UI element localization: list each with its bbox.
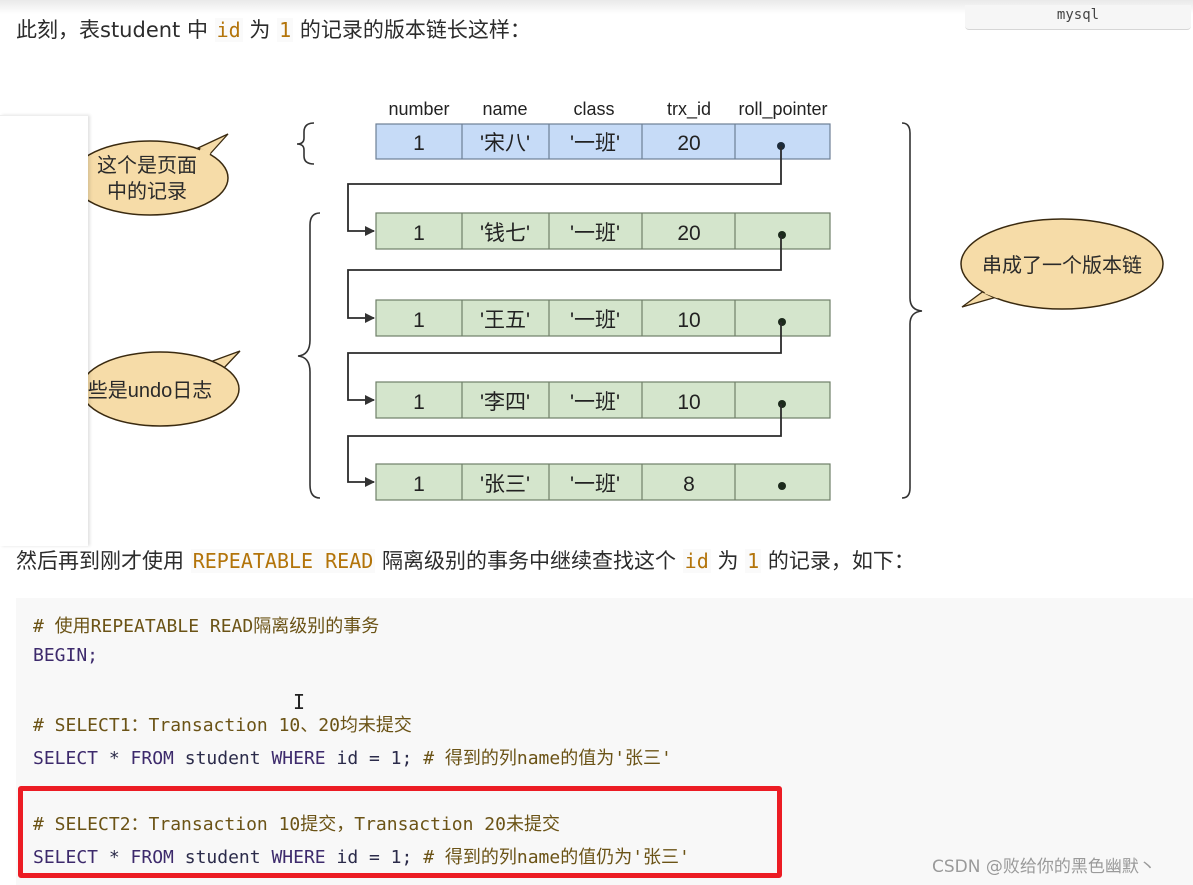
undo-record-row: 1 '李四' '一班' 10 bbox=[375, 381, 831, 419]
cell-class: '一班' bbox=[570, 222, 620, 245]
cell-class: '一班' bbox=[570, 132, 620, 155]
cell-number: 1 bbox=[413, 309, 425, 332]
cell-number: 1 bbox=[413, 132, 425, 155]
cell-class: '一班' bbox=[570, 391, 620, 414]
cell-name: '王五' bbox=[480, 309, 530, 332]
keyword: SELECT bbox=[33, 748, 99, 769]
code-text: id = 1; bbox=[325, 748, 424, 769]
cell-trx-id: 10 bbox=[677, 391, 700, 414]
undo-record-row: 1 '王五' '一班' 10 bbox=[375, 299, 831, 337]
page-record-callout: 这个是页面 中的记录 bbox=[71, 133, 229, 216]
inline-code-1: 1 bbox=[745, 549, 762, 573]
cell-name: '钱七' bbox=[480, 222, 530, 245]
transition-paragraph: 然后再到刚才使用 REPEATABLE READ 隔离级别的事务中继续查找这个 … bbox=[16, 545, 915, 575]
cell-trx-id: 10 bbox=[677, 309, 700, 332]
side-panel bbox=[0, 115, 88, 546]
column-header-trx-id: trx_id bbox=[667, 99, 711, 120]
text-cursor-icon: I bbox=[293, 690, 306, 714]
column-header-number: number bbox=[388, 99, 449, 119]
code-comment: # 使用REPEATABLE READ隔离级别的事务 bbox=[33, 616, 380, 637]
version-chain-brace bbox=[901, 122, 923, 499]
roll-pointer-dot bbox=[778, 400, 786, 408]
column-header-class: class bbox=[573, 99, 614, 119]
undo-record-row: 1 '钱七' '一班' 20 bbox=[375, 212, 831, 250]
inline-code-id: id bbox=[682, 549, 711, 573]
keyword: WHERE bbox=[271, 748, 326, 769]
cell-name: '李四' bbox=[480, 391, 530, 414]
cell-number: 1 bbox=[413, 473, 425, 496]
cell-number: 1 bbox=[413, 391, 425, 414]
callout-text: 些是undo日志 bbox=[88, 379, 213, 402]
intro-text: 此刻，表student 中 bbox=[16, 18, 215, 42]
cell-trx-id: 8 bbox=[683, 473, 695, 496]
callout-text: 这个是页面 bbox=[97, 154, 197, 177]
cell-class: '一班' bbox=[570, 309, 620, 332]
inline-code-id: id bbox=[214, 18, 243, 42]
cell-class: '一班' bbox=[570, 473, 620, 496]
cell-name: '张三' bbox=[480, 473, 530, 496]
cell-trx-id: 20 bbox=[677, 222, 700, 245]
para-text: 然后再到刚才使用 bbox=[16, 549, 191, 573]
keyword: FROM bbox=[130, 748, 174, 769]
inline-code-repeatable-read: REPEATABLE READ bbox=[190, 549, 376, 573]
code-text: * bbox=[98, 748, 131, 769]
column-header-name: name bbox=[482, 99, 527, 119]
code-line-begin: BEGIN; bbox=[33, 645, 99, 666]
cell-trx-id: 20 bbox=[677, 132, 700, 155]
cell-name: '宋八' bbox=[480, 132, 530, 155]
code-text: student bbox=[173, 748, 272, 769]
roll-pointer-dot bbox=[778, 482, 786, 490]
callout-text: 串成了一个版本链 bbox=[982, 254, 1142, 277]
inline-code-1: 1 bbox=[277, 18, 294, 42]
undo-log-brace bbox=[297, 212, 321, 499]
page-record-row: 1 '宋八' '一班' 20 bbox=[375, 123, 831, 160]
para-text: 的记录，如下： bbox=[761, 549, 915, 573]
intro-text: 为 bbox=[242, 18, 278, 42]
para-text: 隔离级别的事务中继续查找这个 bbox=[375, 549, 683, 573]
cell-number: 1 bbox=[413, 222, 425, 245]
code-line-select1: SELECT * FROM student WHERE id = 1; # 得到… bbox=[33, 744, 672, 770]
para-text: 为 bbox=[710, 549, 746, 573]
version-chain-diagram: number name class trx_id roll_pointer 1 … bbox=[71, 99, 1164, 501]
roll-pointer-dot bbox=[778, 318, 786, 326]
roll-pointer-dot bbox=[778, 231, 786, 239]
column-header-roll-pointer: roll_pointer bbox=[738, 99, 827, 120]
page-record-brace bbox=[296, 122, 315, 165]
code-comment: # SELECT1：Transaction 10、20均未提交 bbox=[33, 715, 412, 736]
version-chain-callout: 串成了一个版本链 bbox=[960, 218, 1164, 310]
code-comment: # 得到的列name的值为'张三' bbox=[423, 748, 672, 769]
csdn-watermark: CSDN @败给你的黑色幽默丶 bbox=[932, 857, 1156, 877]
undo-record-row: 1 '张三' '一班' 8 bbox=[375, 463, 831, 501]
code-language-label: mysql bbox=[965, 5, 1191, 30]
red-highlight-box bbox=[18, 786, 782, 878]
callout-text: 中的记录 bbox=[107, 180, 187, 203]
intro-text: 的记录的版本链长这样： bbox=[293, 18, 531, 42]
undo-log-callout: 些是undo日志 bbox=[80, 350, 241, 427]
intro-paragraph: 此刻，表student 中 id 为 1 的记录的版本链长这样： bbox=[16, 14, 531, 44]
